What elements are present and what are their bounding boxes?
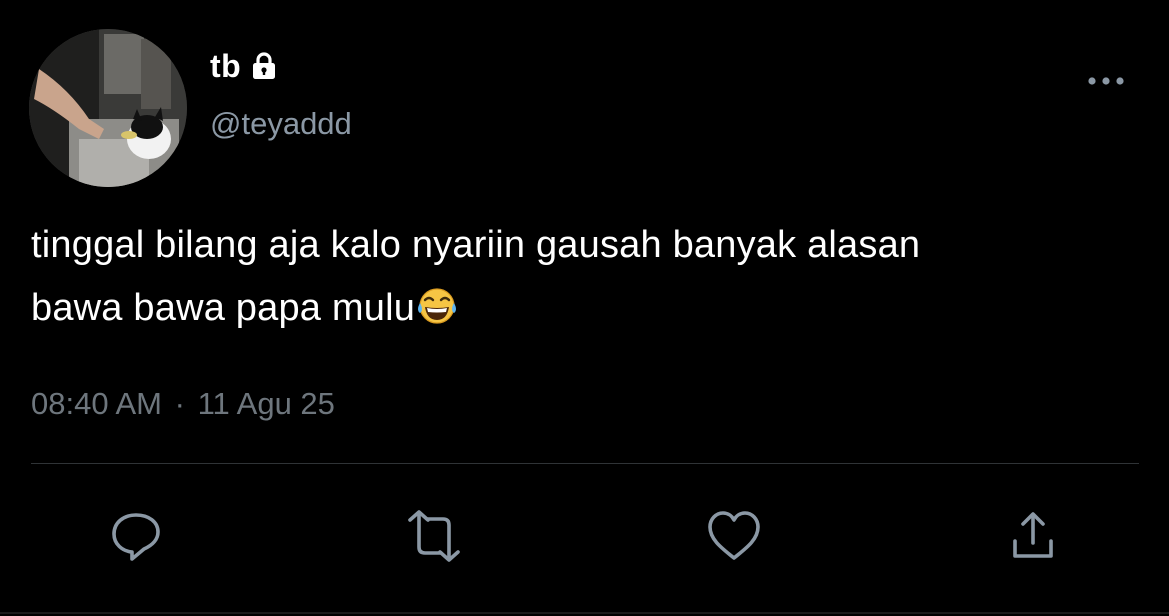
tweet-date: 11 Agu 25: [197, 386, 335, 421]
heart-icon: [703, 507, 765, 570]
tweet-card: tb @teyaddd tinggal bilang aja kalo nyar…: [0, 0, 1169, 616]
author-name-row: tb: [210, 46, 279, 86]
tweet-text-line-2: bawa bawa papa mulu: [31, 277, 1141, 346]
tweet-text: tinggal bilang aja kalo nyariin gausah b…: [31, 214, 1141, 346]
tweet-timestamp[interactable]: 08:40 AM · 11 Agu 25: [31, 386, 335, 422]
lock-icon: [249, 51, 279, 81]
action-bar: [0, 505, 1169, 571]
avatar-photo: [29, 29, 187, 187]
display-name[interactable]: tb: [210, 48, 241, 85]
avatar[interactable]: [29, 29, 187, 187]
more-horizontal-icon[interactable]: [1084, 70, 1128, 92]
tweet-text-line-1: tinggal bilang aja kalo nyariin gausah b…: [31, 224, 921, 266]
tears-of-joy-emoji: [417, 283, 457, 346]
author-handle[interactable]: @teyaddd: [210, 106, 352, 142]
share-icon: [1004, 507, 1062, 570]
tweet-text-line-2-text: bawa bawa papa mulu: [31, 287, 416, 329]
retweet-icon: [401, 507, 467, 570]
like-button[interactable]: [701, 505, 767, 571]
reply-icon: [107, 507, 165, 570]
reply-button[interactable]: [103, 505, 169, 571]
timestamp-separator: ·: [174, 386, 185, 421]
divider: [31, 463, 1139, 464]
share-button[interactable]: [1000, 505, 1066, 571]
tweet-time: 08:40 AM: [31, 386, 162, 421]
retweet-button[interactable]: [401, 505, 467, 571]
bottom-divider: [0, 612, 1169, 614]
